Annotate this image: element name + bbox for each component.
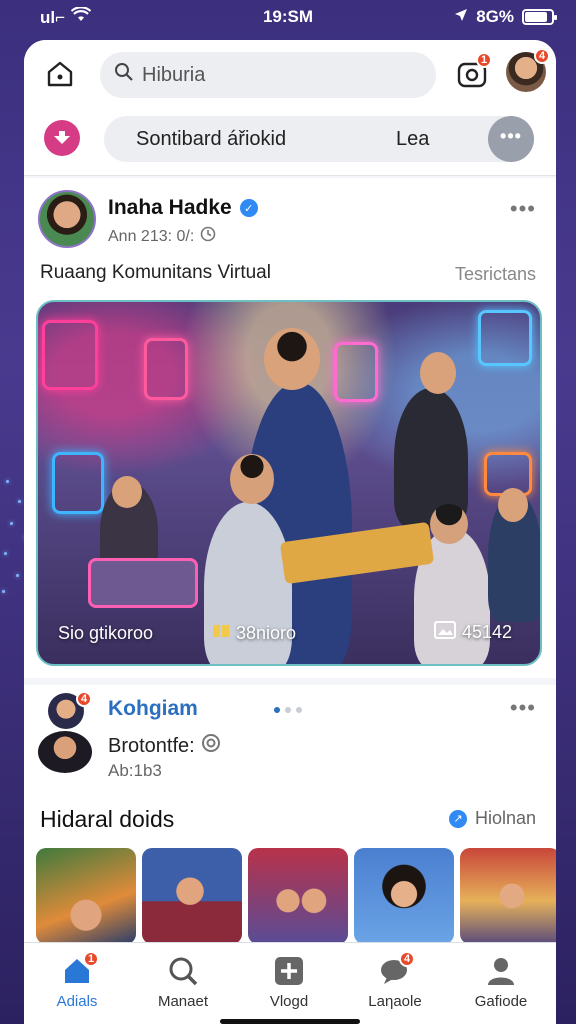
battery-icon — [522, 9, 557, 25]
nav-label: Adials — [56, 993, 98, 1010]
nav-label: Vlogd — [269, 993, 309, 1010]
tab-primary[interactable]: Sontibard ářiokid — [136, 128, 286, 151]
post-caption: Ruaang Komunitans Virtual — [40, 262, 271, 283]
more-options-button[interactable]: ••• — [488, 116, 534, 162]
thumbnail-4[interactable] — [354, 848, 454, 944]
nav-item-create[interactable]: Vlogd — [236, 955, 342, 1010]
author-name[interactable]: Inaha Hadke — [108, 196, 232, 220]
nav-item-profile[interactable]: Gafiode — [448, 955, 554, 1010]
secondary-post-name[interactable]: Kohgiam — [108, 697, 198, 721]
app-window: Hiburia 1 4 Sontibard ářiokid Lea ••• In… — [24, 40, 556, 1024]
secondary-avatar-badge: 4 — [76, 691, 92, 707]
secondary-post-subtitle: Brotontfe: — [108, 734, 195, 757]
central-person-head — [264, 328, 320, 390]
post-tag-link[interactable]: Tesrictans — [455, 264, 536, 285]
link-icon: ↗ — [448, 809, 467, 828]
top-bar: Hiburia 1 4 — [24, 40, 556, 110]
hero-stat-right: 45142 — [462, 622, 513, 642]
post-timestamp: Ann 213: 0/: — [108, 227, 195, 245]
nav-item-search[interactable]: Manaet — [130, 955, 236, 1010]
feed-icon[interactable] — [44, 120, 80, 156]
far-right-head — [498, 488, 528, 522]
profile-icon — [485, 955, 517, 987]
post-image[interactable]: Sio gtikoroo 38nioro 45142 — [36, 300, 542, 666]
front-person-head — [230, 454, 274, 504]
tabs-row: Sontibard ářiokid Lea ••• — [24, 110, 556, 176]
target-icon — [201, 733, 221, 759]
search-input[interactable]: Hiburia — [142, 64, 205, 87]
post-menu-icon[interactable]: ••• — [510, 196, 536, 222]
neon-sign-mid — [144, 338, 188, 400]
tab-pill: Sontibard ářiokid Lea ••• — [104, 116, 534, 162]
nav-chat-badge: 4 — [399, 951, 415, 967]
create-icon — [273, 955, 305, 987]
right-person-head — [430, 504, 468, 544]
verified-icon: ✓ — [239, 199, 258, 217]
home-icon[interactable] — [44, 58, 76, 90]
carousel-dots — [274, 707, 302, 713]
neon-sign-right-mid — [334, 342, 378, 402]
notification-badge: 1 — [476, 52, 492, 68]
search-icon — [114, 62, 134, 88]
secondary-post-menu-icon[interactable]: ••• — [510, 695, 536, 721]
thumbnail-1[interactable] — [36, 848, 136, 944]
more-icon: ••• — [500, 125, 522, 146]
nav-label: Manaet — [157, 993, 209, 1010]
avatar-badge: 4 — [534, 48, 550, 64]
nav-home-badge: 1 — [83, 951, 99, 967]
post-timestamp-row: Ann 213: 0/: — [108, 226, 216, 247]
neon-sign-right — [478, 310, 532, 366]
thumbnail-row — [36, 848, 556, 944]
secondary-post: 4 Kohgiam ••• Brotontfe: Ab:1b3 — [24, 685, 556, 790]
secondary-post-subtitle-row: Brotontfe: — [108, 733, 221, 759]
chat-icon: 4 — [379, 951, 415, 987]
thumbnail-2[interactable] — [142, 848, 242, 944]
search-icon — [167, 955, 199, 987]
location-arrow-icon — [454, 7, 468, 27]
section-title: Hidaral doids — [40, 806, 175, 832]
feed-post: Inaha Hadke ✓ Ann 213: 0/: ••• Ruaang Ko… — [24, 178, 556, 678]
clock-icon — [200, 226, 216, 247]
nav-item-chat[interactable]: 4 Laηaole — [342, 951, 448, 1010]
secondary-post-meta: Ab:1b3 — [108, 761, 162, 780]
section-see-more[interactable]: ↗ Hiolnan — [448, 808, 536, 829]
tab-secondary[interactable]: Lea — [396, 128, 429, 151]
neon-sign-left-lower — [52, 452, 104, 514]
nav-label: Gafiode — [474, 993, 528, 1010]
bookmark-icon — [212, 623, 230, 644]
gallery-icon — [434, 621, 456, 644]
section-link-label: Hiolnan — [474, 808, 536, 828]
thumbnail-5[interactable] — [460, 848, 556, 944]
status-bar: ul⌐ 19:SM 8G% — [0, 0, 576, 34]
nav-label: Laηaole — [368, 993, 422, 1010]
hero-stat-middle: 38nioro — [236, 623, 297, 643]
hero-stat-middle-row: 38nioro — [212, 623, 296, 644]
left-person-head — [112, 476, 142, 508]
secondary-avatar-large[interactable] — [38, 731, 92, 773]
author-name-row: Inaha Hadke ✓ — [108, 196, 258, 220]
thumbnail-3[interactable] — [248, 848, 348, 944]
bottom-navigation: 1 Adials Manaet Vlogd 4 Laηaole Gafiode — [24, 942, 556, 1024]
home-indicator — [220, 1019, 360, 1024]
arcade-table-prop — [88, 558, 198, 608]
search-bar[interactable]: Hiburia — [100, 52, 436, 98]
hero-stat-right-row: 45142 — [434, 621, 512, 644]
guitarist-head — [420, 352, 456, 394]
neon-sign-left — [42, 320, 98, 390]
hero-stat-left: Sio gtikoroo — [58, 623, 154, 643]
author-avatar[interactable] — [38, 190, 96, 248]
battery-percent: 8G% — [476, 7, 514, 26]
home-icon: 1 — [61, 951, 99, 987]
camera-icon[interactable]: 1 — [456, 52, 492, 90]
nav-item-home[interactable]: 1 Adials — [24, 951, 130, 1010]
